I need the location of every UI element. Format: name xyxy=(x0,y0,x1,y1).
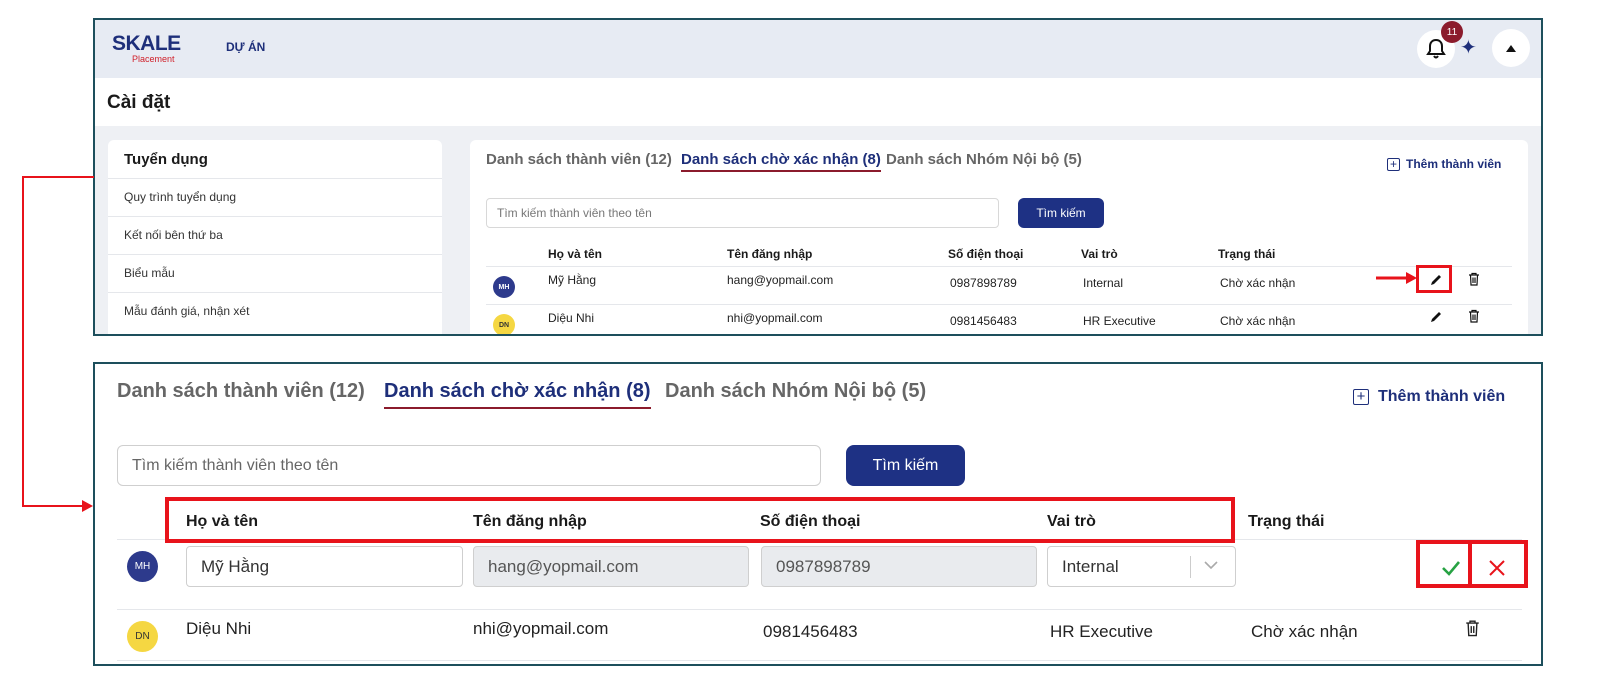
trash-icon xyxy=(1469,272,1479,286)
sidebar-item-ket-noi[interactable]: Kết nối bên thứ ba xyxy=(108,216,442,254)
col-header-status: Trạng thái xyxy=(1248,513,1325,530)
sidebar-item-quy-trinh[interactable]: Quy trình tuyển dụng xyxy=(108,178,442,216)
plus-icon: + xyxy=(1353,389,1369,405)
arrow-right-icon xyxy=(1376,272,1417,284)
row-username: nhi@yopmail.com xyxy=(473,619,609,638)
delete-button[interactable] xyxy=(1465,307,1483,325)
title-bar: Cài đặt xyxy=(95,78,1541,126)
confirm-highlight-box xyxy=(1416,540,1472,588)
col-header-status: Trạng thái xyxy=(1218,247,1276,261)
col-header-phone: Số điện thoại xyxy=(948,247,1024,261)
row-status: Chờ xác nhận xyxy=(1251,622,1358,641)
row-divider xyxy=(117,660,1522,661)
tab-members[interactable]: Danh sách thành viên (12) xyxy=(117,380,365,403)
cancel-highlight-box xyxy=(1468,540,1528,588)
row-username: hang@yopmail.com xyxy=(727,273,834,287)
avatar: MH xyxy=(127,551,158,582)
app-header: SKALE Placement DỰ ÁN 11 ✦ xyxy=(95,20,1541,78)
row-divider xyxy=(117,609,1522,610)
chevron-down-icon xyxy=(1204,561,1218,570)
member-panel: Danh sách thành viên (12) Danh sách chờ … xyxy=(470,140,1528,334)
name-input[interactable]: Mỹ Hằng xyxy=(186,546,463,587)
tab-pending[interactable]: Danh sách chờ xác nhận (8) xyxy=(681,151,881,172)
user-avatar[interactable] xyxy=(1492,29,1530,67)
username-input: hang@yopmail.com xyxy=(473,546,749,587)
tab-members[interactable]: Danh sách thành viên (12) xyxy=(486,151,672,168)
row-role: HR Executive xyxy=(1050,622,1153,641)
search-button[interactable]: Tìm kiếm xyxy=(846,445,965,486)
add-member-label: Thêm thành viên xyxy=(1406,157,1502,171)
edit-highlight-box xyxy=(1416,265,1452,293)
row-name: Diệu Nhi xyxy=(548,311,595,325)
avatar: MH xyxy=(493,276,515,298)
logo-main-text: SKALE xyxy=(112,32,181,55)
col-header-username: Tên đăng nhập xyxy=(727,247,813,261)
page-title: Cài đặt xyxy=(107,92,171,113)
search-button[interactable]: Tìm kiếm xyxy=(1018,198,1104,228)
header-divider xyxy=(486,266,1512,267)
row-username: nhi@yopmail.com xyxy=(727,311,823,325)
tab-internal-groups[interactable]: Danh sách Nhóm Nội bộ (5) xyxy=(886,151,1082,168)
phone-input: 0987898789 xyxy=(761,546,1037,587)
row-status: Chờ xác nhận xyxy=(1220,276,1296,290)
settings-sidebar: Tuyển dụng Quy trình tuyển dụng Kết nối … xyxy=(108,140,442,334)
add-member-label: Thêm thành viên xyxy=(1378,388,1506,405)
search-input[interactable]: Tìm kiếm thành viên theo tên xyxy=(117,445,821,486)
select-divider xyxy=(1190,556,1191,578)
sidebar-heading: Tuyển dụng xyxy=(124,151,208,168)
sparkle-icon[interactable]: ✦ xyxy=(1460,35,1477,60)
row-phone: 0981456483 xyxy=(950,314,1017,328)
delete-button[interactable] xyxy=(1465,270,1483,288)
connector-line xyxy=(22,505,84,507)
avatar: DN xyxy=(493,314,515,334)
role-select-value: Internal xyxy=(1062,557,1119,576)
search-input[interactable]: Tìm kiếm thành viên theo tên xyxy=(486,198,999,228)
avatar: DN xyxy=(127,621,158,652)
add-member-button[interactable]: + Thêm thành viên xyxy=(1387,157,1501,171)
user-icon xyxy=(1506,45,1516,52)
row-status: Chờ xác nhận xyxy=(1220,314,1296,328)
tab-internal-groups[interactable]: Danh sách Nhóm Nội bộ (5) xyxy=(665,380,926,403)
row-phone: 0987898789 xyxy=(950,276,1017,290)
sidebar-item-bieu-mau[interactable]: Biểu mẫu xyxy=(108,254,442,292)
row-name: Diệu Nhi xyxy=(186,619,252,638)
delete-button[interactable] xyxy=(1462,617,1482,639)
editable-columns-highlight xyxy=(165,497,1235,543)
sidebar-item-mau-danh-gia[interactable]: Mẫu đánh giá, nhận xét xyxy=(108,292,442,330)
row-role: HR Executive xyxy=(1083,314,1156,328)
connector-line xyxy=(22,176,94,178)
trash-icon xyxy=(1469,309,1479,323)
plus-icon: + xyxy=(1387,157,1400,171)
add-member-button[interactable]: + Thêm thành viên xyxy=(1353,388,1505,406)
row-role: Internal xyxy=(1083,276,1124,290)
row-name: Mỹ Hằng xyxy=(548,273,597,287)
col-header-role: Vai trò xyxy=(1081,247,1118,261)
tab-pending[interactable]: Danh sách chờ xác nhận (8) xyxy=(384,380,651,409)
logo-sub-text: Placement xyxy=(132,54,175,64)
connector-line xyxy=(22,176,24,507)
row-divider xyxy=(486,304,1512,305)
col-header-name: Họ và tên xyxy=(548,247,603,261)
settings-screenshot-top: SKALE Placement DỰ ÁN 11 ✦ Cài đặt Tuyển… xyxy=(93,18,1543,336)
skale-logo[interactable]: SKALE Placement xyxy=(112,32,182,64)
edit-button[interactable] xyxy=(1427,308,1445,326)
row-phone: 0981456483 xyxy=(763,622,858,641)
nav-du-an[interactable]: DỰ ÁN xyxy=(226,40,265,54)
role-select[interactable]: Internal xyxy=(1047,546,1236,587)
trash-icon xyxy=(1465,620,1479,637)
pencil-icon xyxy=(1431,312,1441,322)
